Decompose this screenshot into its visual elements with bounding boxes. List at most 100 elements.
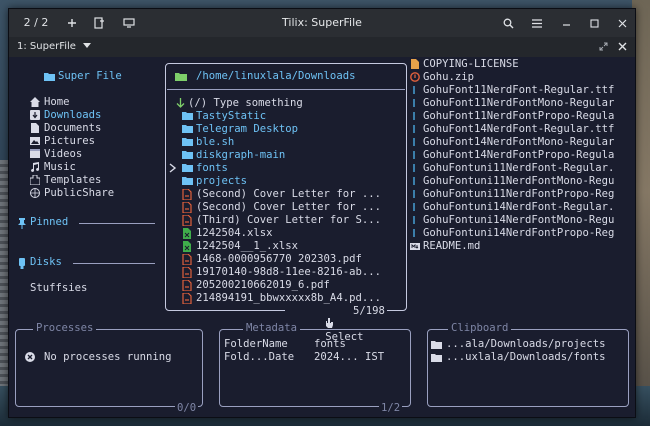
sidebar-title: Super File <box>58 70 122 82</box>
folder-icon <box>431 341 442 349</box>
close-button[interactable] <box>613 9 631 37</box>
search-icon <box>503 18 513 28</box>
font-icon <box>413 125 415 133</box>
session-switcher[interactable]: 2 / 2 <box>17 9 55 54</box>
pdf-icon <box>182 215 192 226</box>
minimize-button[interactable] <box>557 9 575 37</box>
file-entry-name: diskgraph-main <box>196 149 286 161</box>
menu-icon <box>532 18 542 28</box>
sidebar-item-label: Music <box>44 161 76 173</box>
disk-icon <box>18 258 26 272</box>
maximize-terminal-button[interactable] <box>599 42 608 54</box>
pinned-section-label[interactable]: Pinned <box>30 216 68 229</box>
file-entry-name: 214894191_bbwxxxxx8b_A4.pd... <box>196 292 381 304</box>
file-entry-name: 205200210662019_6.pdf <box>196 279 330 291</box>
pdf-icon <box>182 293 192 304</box>
processes-empty-text: No processes running <box>44 351 172 363</box>
session-counter: 2 / 2 <box>23 16 49 29</box>
font-icon <box>413 203 415 211</box>
pdf-icon <box>182 280 192 291</box>
preview-entry-name: GohuFontuni14NerdFontPropo-Reg <box>423 227 615 239</box>
font-icon <box>413 86 415 94</box>
new-session-icon <box>93 17 104 29</box>
cursor-chevron-icon <box>169 163 177 173</box>
preview-entry-name: GohuFontuni14NerdFontMono-Regu <box>423 214 615 226</box>
file-entry-name: TastyStatic <box>196 110 267 122</box>
music-icon <box>31 162 40 172</box>
metadata-key: FolderName <box>224 338 288 350</box>
plus-icon <box>68 19 76 27</box>
font-icon <box>413 164 415 172</box>
video-icon <box>30 149 40 158</box>
folder-icon <box>182 177 193 185</box>
terminal-tabbar: 1: SuperFile <box>9 37 635 57</box>
file-entry-name: 1242504.xlsx <box>196 227 273 239</box>
minimize-icon <box>562 23 570 26</box>
menu-button[interactable] <box>528 9 546 37</box>
preview-entry-name: GohuFontuni14NerdFont-Regular. <box>423 201 615 213</box>
metadata-value: fonts <box>314 338 346 350</box>
disks-section-label[interactable]: Disks <box>30 256 62 269</box>
arrow-down-icon <box>176 98 185 108</box>
clipboard-item-path: ...uxlala/Downloads/fonts <box>446 351 606 363</box>
close-terminal-button[interactable] <box>618 42 627 54</box>
tilix-window: 2 / 2 Tilix: SuperFile 1: SuperFile Supe… <box>8 8 636 418</box>
search-input[interactable]: (/) Type something <box>188 97 303 110</box>
x-circle-icon <box>25 352 35 362</box>
terminal-tab[interactable]: 1: SuperFile <box>17 37 92 57</box>
download-icon <box>30 110 40 120</box>
pdf-icon <box>182 189 192 200</box>
metadata-count: 1/2 <box>379 402 403 415</box>
preview-entry-name: GohuFont11NerdFontMono-Regular <box>423 97 615 109</box>
close-terminal-icon <box>618 42 627 51</box>
markdown-icon <box>410 243 420 250</box>
titlebar: 2 / 2 Tilix: SuperFile <box>9 9 635 54</box>
maximize-terminal-icon <box>599 42 608 51</box>
zip-icon <box>410 72 420 82</box>
file-entry-name: 1468-0000956770 202303.pdf <box>196 253 362 265</box>
file-entry-name: (Second) Cover Letter for ... <box>196 188 381 200</box>
font-icon <box>413 138 415 146</box>
font-icon <box>413 229 415 237</box>
metadata-value: 2024... IST <box>314 351 385 363</box>
dropdown-icon <box>83 43 92 48</box>
sidebar-item-label: Downloads <box>44 109 102 121</box>
terminal-tab-label: 1: SuperFile <box>17 41 76 52</box>
disks-divider <box>73 263 155 264</box>
pin-icon <box>18 218 26 232</box>
preview-entry-name: GohuFont14NerdFontMono-Regular <box>423 136 615 148</box>
folder-icon <box>431 354 442 362</box>
folder-icon <box>182 164 193 172</box>
preview-entry-name: GohuFont11NerdFontPropo-Regula <box>423 110 615 122</box>
preview-entry-name: GohuFont14NerdFontPropo-Regula <box>423 149 615 161</box>
new-session-button[interactable] <box>91 9 107 37</box>
preview-entry-name: Gohu.zip <box>423 71 475 83</box>
license-icon <box>411 59 419 69</box>
spreadsheet-icon <box>183 241 191 252</box>
preview-entry-name: GohuFontuni11NerdFont-Regular. <box>423 162 615 174</box>
file-position: 5/198 <box>351 305 387 318</box>
folder-open-icon <box>175 73 187 81</box>
hand-pointer-icon <box>326 318 334 328</box>
file-entry-name: (Third) Cover Letter for S... <box>196 214 381 226</box>
metadata-title: Metadata <box>243 322 301 335</box>
terminal-area: Super File Home Downloads Documents Picture… <box>9 57 635 417</box>
add-terminal-button[interactable] <box>64 9 80 37</box>
preview-entry-name: README.md <box>423 240 481 252</box>
document-icon <box>31 123 39 133</box>
maximize-button[interactable] <box>585 9 603 37</box>
pinned-divider <box>79 223 155 224</box>
preview-entry-name: COPYING-LICENSE <box>423 58 519 70</box>
disk-item[interactable]: Stuffsies <box>30 282 87 295</box>
file-entry-name: 19170140-98d8-11ee-8216-ab... <box>196 266 381 278</box>
home-icon <box>30 97 40 107</box>
search-button[interactable] <box>499 9 517 37</box>
font-icon <box>413 190 415 198</box>
file-entry-name: (Second) Cover Letter for ... <box>196 201 381 213</box>
clipboard-item-path: ...ala/Downloads/projects <box>446 338 606 350</box>
sidebar-item-label: Home <box>44 96 70 108</box>
pdf-icon <box>182 202 192 213</box>
sync-input-button[interactable] <box>121 9 137 37</box>
font-icon <box>413 177 415 185</box>
folder-icon <box>182 125 193 133</box>
